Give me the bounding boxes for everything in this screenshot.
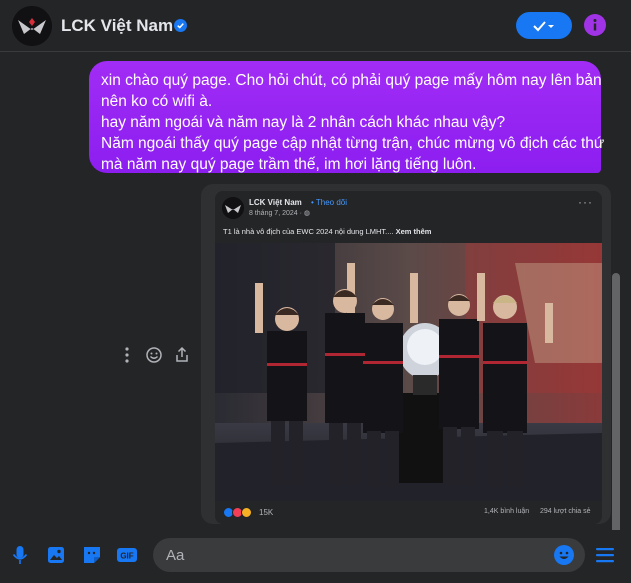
post-stats-bar: 15K 1,4K bình luận 294 lượt chia sẻ	[215, 502, 602, 524]
svg-text:GIF: GIF	[120, 552, 133, 561]
react-emoji-icon[interactable]	[145, 346, 163, 364]
post-photo[interactable]	[215, 243, 602, 501]
message-input-placeholder: Aa	[166, 547, 185, 564]
post-caption-text: T1 là nhà vô địch của EWC 2024 nội dung …	[223, 227, 396, 236]
post-page-avatar[interactable]	[222, 197, 244, 219]
reaction-icons	[223, 507, 252, 518]
check-dropdown-button[interactable]	[516, 12, 572, 39]
post-date: 8 tháng 7, 2024 · ◍	[249, 209, 310, 217]
microphone-icon[interactable]	[9, 544, 31, 566]
message-line: Năm ngoái thấy quý page cập nhật từng tr…	[101, 135, 605, 152]
shared-post-attachment[interactable]: LCK Việt Nam • Theo dõi 8 tháng 7, 2024 …	[201, 184, 611, 524]
message-composer: GIF Aa	[0, 530, 631, 583]
sticker-icon[interactable]	[81, 544, 103, 566]
conversation-header: LCK Việt Nam	[0, 0, 631, 52]
message-line: hay năm ngoái và năm nay là 2 nhân cách …	[101, 114, 506, 131]
page-avatar[interactable]	[12, 6, 52, 46]
haha-reaction-icon	[241, 507, 252, 518]
gif-icon[interactable]: GIF	[116, 544, 138, 566]
reaction-count[interactable]: 15K	[259, 508, 273, 517]
emoji-icon[interactable]	[553, 544, 575, 566]
post-more-icon[interactable]: ···	[578, 195, 593, 209]
globe-icon: ◍	[303, 210, 310, 217]
page-title[interactable]: LCK Việt Nam	[61, 16, 173, 36]
follow-link[interactable]: • Theo dõi	[311, 198, 347, 207]
comment-count[interactable]: 1,4K bình luận	[484, 508, 529, 515]
chat-scrollbar[interactable]	[612, 273, 620, 538]
share-count[interactable]: 294 lượt chia sẻ	[540, 508, 591, 515]
message-line: nên ko có wifi à.	[101, 93, 213, 110]
verified-badge-icon	[174, 19, 187, 32]
message-line: xin chào quý page. Cho hỏi chút, có phải…	[101, 72, 602, 89]
image-icon[interactable]	[45, 544, 67, 566]
info-icon[interactable]	[584, 14, 606, 36]
share-icon[interactable]	[173, 346, 191, 364]
post-date-text: 8 tháng 7, 2024 ·	[249, 210, 304, 217]
shared-post-card[interactable]: LCK Việt Nam • Theo dõi 8 tháng 7, 2024 …	[215, 191, 602, 524]
menu-icon[interactable]	[594, 544, 616, 566]
more-options-icon[interactable]	[118, 346, 136, 364]
post-caption: T1 là nhà vô địch của EWC 2024 nội dung …	[223, 227, 431, 236]
check-dropdown-icon	[533, 20, 554, 31]
message-thread: xin chào quý page. Cho hỏi chút, có phải…	[0, 53, 631, 538]
message-input[interactable]: Aa	[153, 538, 585, 572]
post-page-name[interactable]: LCK Việt Nam	[249, 198, 302, 207]
message-line: mà năm nay quý page trầm thế, im hơi lặn…	[101, 156, 477, 173]
see-more-link[interactable]: Xem thêm	[396, 227, 432, 236]
sent-message-bubble[interactable]: xin chào quý page. Cho hỏi chút, có phải…	[89, 61, 605, 173]
